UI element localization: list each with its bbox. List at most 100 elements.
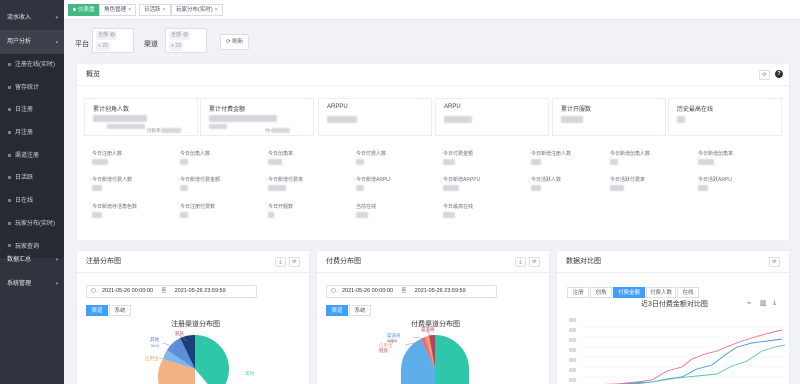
channel-select[interactable]: 全部 × + 23 bbox=[165, 28, 207, 53]
metric-label: 今日创角人数 bbox=[180, 151, 211, 157]
sidebar-item-label: 流水收入 bbox=[7, 15, 32, 21]
stat-note: 创角率 bbox=[147, 128, 161, 133]
close-icon[interactable]: × bbox=[183, 32, 189, 37]
help-icon[interactable]: ? bbox=[775, 70, 783, 78]
blurred-value bbox=[268, 159, 282, 165]
sidebar-item-daily-online[interactable]: 日在线 bbox=[0, 190, 64, 213]
register-pie-chart bbox=[157, 334, 230, 384]
blurred-value bbox=[268, 185, 286, 191]
metric-label: 今日新增ARPPU bbox=[443, 177, 481, 183]
metric-label: 今日活跃ARPU bbox=[698, 177, 732, 183]
chip-label: + 22 bbox=[98, 43, 108, 49]
sidebar: 流水收入 ▾ 用户分析 ▴ 注册在线(实时) 留存统计 日注册 月注册 渠道注册 日… bbox=[0, 0, 64, 384]
tag-label: 玩家分布(实时) bbox=[176, 7, 213, 13]
metric-label: 今日新增存活角色数 bbox=[92, 204, 138, 210]
tag-label: 仪表盘 bbox=[78, 7, 95, 13]
blurred-value bbox=[698, 185, 708, 191]
sidebar-item-monthly-register[interactable]: 月注册 bbox=[0, 122, 64, 145]
platform-more-chip: + 22 bbox=[96, 42, 110, 51]
pie-label: vivo bbox=[151, 343, 160, 348]
series-line-teal bbox=[627, 344, 786, 384]
refresh-label: 刷新 bbox=[232, 39, 244, 45]
blurred-value bbox=[610, 185, 624, 191]
stat-card-total-roles: 累计创角人数 创角率 bbox=[84, 98, 198, 136]
close-icon[interactable]: × bbox=[128, 7, 131, 13]
channel-chip[interactable]: 全部 × bbox=[169, 31, 191, 40]
sidebar-item-channel-register[interactable]: 渠道注册 bbox=[0, 144, 64, 168]
blurred-value bbox=[698, 159, 714, 165]
pie-slice-huawei-b bbox=[195, 369, 230, 384]
sidebar-item-data-summary[interactable]: 数据汇总 ▾ bbox=[0, 248, 64, 272]
sidebar-item-user-analysis[interactable]: 用户分析 ▴ bbox=[0, 30, 64, 54]
pie-label: 华为 bbox=[245, 371, 254, 376]
tag-player-distribution[interactable]: 玩家分布(实时) × bbox=[171, 4, 223, 16]
stat-card-total-servers: 累计开服数 bbox=[552, 98, 666, 136]
metric-label: 今日新增创角人数 bbox=[610, 151, 651, 157]
channel-more-chip: + 23 bbox=[169, 42, 183, 51]
circle-icon bbox=[8, 199, 11, 203]
blurred-value bbox=[180, 159, 188, 165]
sidebar-item-label: 玩家分布(实时) bbox=[15, 220, 55, 227]
metric-label: 今日活跃人数 bbox=[531, 177, 562, 183]
sidebar-item-label: 注册在线(实时) bbox=[15, 62, 55, 68]
sidebar-item-system[interactable]: 系统管理 ▾ bbox=[0, 272, 64, 296]
blurred-value bbox=[531, 159, 541, 165]
blurred-value bbox=[92, 159, 108, 165]
metric-label: 今日新增注册人数 bbox=[531, 151, 572, 157]
refresh-button[interactable]: ⟳ 刷新 bbox=[220, 34, 250, 50]
platform-select[interactable]: 全部 × + 22 bbox=[92, 28, 134, 53]
tag-daily-active[interactable]: 日活跃 × bbox=[139, 4, 171, 16]
close-icon[interactable]: × bbox=[215, 7, 218, 13]
sidebar-item-label: 留存统计 bbox=[15, 84, 40, 91]
sidebar-item-daily-active[interactable]: 日活跃 bbox=[0, 167, 64, 191]
stat-card-arpu: ARPU bbox=[435, 98, 549, 136]
metric-label: 当前在线 bbox=[356, 204, 377, 210]
metric-label: 今日注册人数 bbox=[92, 151, 123, 157]
circle-icon bbox=[8, 221, 11, 225]
sidebar-item-label: 日活跃 bbox=[15, 175, 34, 182]
sidebar-item-label: 日在线 bbox=[15, 198, 34, 205]
blurred-value bbox=[180, 185, 188, 191]
sidebar-item-register-online[interactable]: 注册在线(实时) bbox=[0, 54, 64, 77]
pie-label: 应用宝 bbox=[145, 356, 159, 361]
stat-card-peak-online: 历史最高在线 bbox=[668, 98, 782, 136]
tag-role-management[interactable]: 角色管理 × bbox=[99, 4, 137, 16]
pie-label: 魅族 bbox=[379, 348, 388, 353]
tag-dashboard[interactable]: 仪表盘 bbox=[68, 4, 100, 16]
stat-label: ARPPU bbox=[327, 104, 348, 110]
close-icon[interactable]: × bbox=[110, 32, 116, 37]
blurred-value bbox=[531, 185, 541, 191]
pie-slice-huawei bbox=[195, 335, 229, 369]
blurred-value bbox=[92, 185, 102, 191]
pie-slice-1 bbox=[435, 335, 469, 384]
platform-chip[interactable]: 全部 × bbox=[96, 31, 118, 40]
blurred-value bbox=[677, 116, 685, 123]
sidebar-submenu: 注册在线(实时) 留存统计 日注册 月注册 渠道注册 日活跃 日在线 玩家分布(… bbox=[0, 54, 64, 259]
circle-icon bbox=[8, 153, 11, 157]
circle-icon bbox=[8, 244, 11, 248]
compare-card: 数据对比图 ⟳ 注册 创角 付费金额 付费人数 在线 近3日付费金额对比图 ⌁ … bbox=[556, 250, 790, 384]
sidebar-item-player-distribution[interactable]: 玩家分布(实时) bbox=[0, 212, 64, 236]
metric-label: 今日付费金额 bbox=[443, 151, 474, 157]
chevron-down-icon: ▾ bbox=[55, 281, 58, 287]
blurred-value bbox=[356, 159, 364, 165]
tags-bar: 仪表盘 角色管理 × 日活跃 × 玩家分布(实时) × bbox=[64, 0, 800, 20]
pay-distribution-card: 付费分布图 ⤓ ⟳ 2021-05-26 00:00:00 至 2021-05-26… bbox=[316, 250, 550, 384]
overview-header: 概览 ⟳ ? bbox=[77, 64, 789, 86]
stat-card-total-payment: 累计付费金额 付% bbox=[200, 98, 314, 136]
sidebar-item-revenue[interactable]: 流水收入 ▾ bbox=[0, 6, 64, 30]
blurred-value bbox=[209, 115, 277, 122]
chevron-up-icon: ▴ bbox=[55, 39, 58, 45]
stat-label: 累计付费金额 bbox=[209, 107, 246, 113]
metric-label: 今日新增付费人数 bbox=[92, 177, 133, 183]
metric-label: 今日开服数 bbox=[268, 204, 294, 210]
refresh-icon[interactable]: ⟳ bbox=[759, 70, 770, 80]
sidebar-item-retention[interactable]: 留存统计 bbox=[0, 76, 64, 100]
blurred-value bbox=[161, 128, 181, 133]
blurred-value bbox=[443, 159, 455, 165]
blurred-value bbox=[93, 115, 147, 122]
chevron-down-icon: ▾ bbox=[55, 257, 58, 263]
sidebar-item-daily-register[interactable]: 日注册 bbox=[0, 99, 64, 123]
blurred-value bbox=[92, 212, 102, 218]
close-icon[interactable]: × bbox=[163, 7, 166, 13]
